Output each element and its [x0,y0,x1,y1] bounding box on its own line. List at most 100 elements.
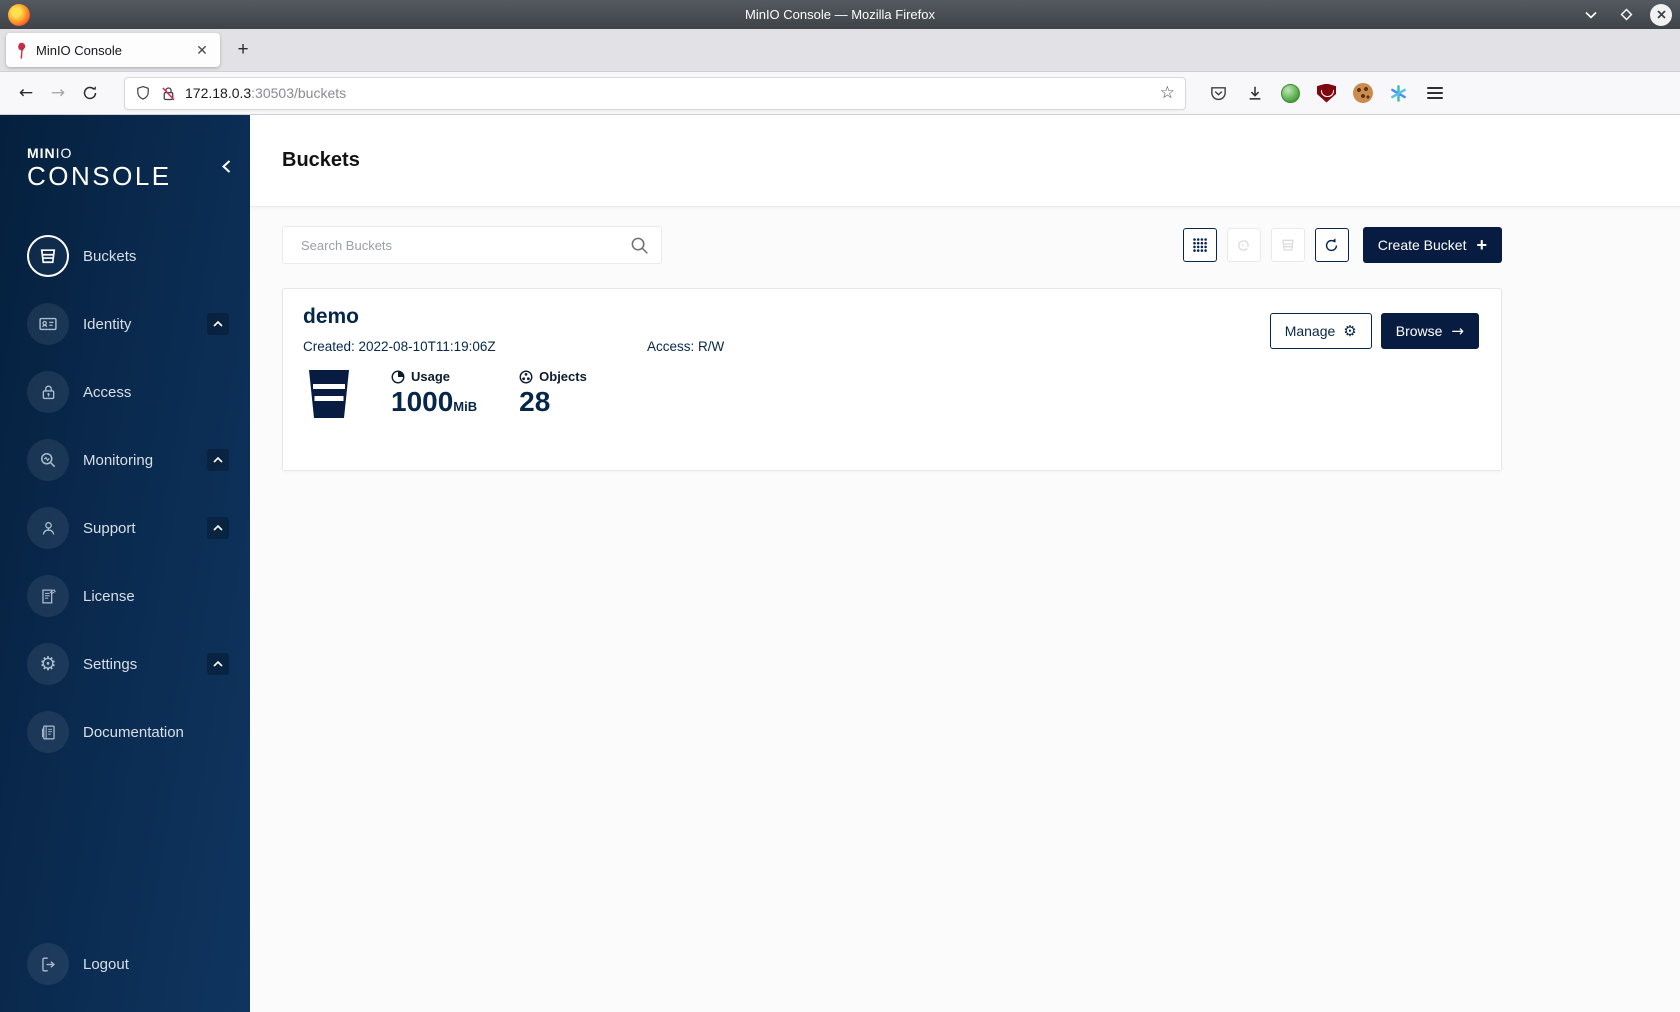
create-bucket-button[interactable]: Create Bucket + [1362,227,1502,263]
objects-value: 28 [519,386,551,417]
search-input[interactable] [283,227,661,263]
usage-metric: Usage 1000MiB [391,369,477,419]
sidebar-item-documentation[interactable]: Documentation [0,698,250,766]
menu-icon[interactable] [1424,83,1445,104]
bucket-card-buttons: Manage ⚙ Browse → [1269,313,1479,354]
maximize-button[interactable] [1615,4,1637,26]
ublock-origin-icon[interactable] [1316,83,1337,104]
container-asterisk-icon[interactable] [1388,83,1409,104]
id-card-icon [27,303,69,346]
sidebar-item-identity[interactable]: Identity [0,290,250,358]
sidebar-item-label: Support [83,519,136,537]
minimize-button[interactable] [1580,4,1602,26]
objects-label: Objects [539,369,587,384]
minio-console-app: MINIO CONSOLE Buckets Identity Access Mo… [0,115,1680,1012]
extension-green-icon[interactable] [1280,83,1301,104]
replication-icon [1238,239,1250,251]
url-bar[interactable]: 172.18.0.3:30503/buckets ☆ [124,76,1186,110]
usage-unit: MiB [453,399,478,414]
minio-logo: MINIO CONSOLE [0,115,250,196]
bucket-access: Access: R/W [647,339,725,354]
tab-minio-console[interactable]: MinIO Console ✕ [6,33,220,67]
sidebar-item-license[interactable]: License [0,562,250,630]
page-header: Buckets [250,115,1680,207]
monitoring-search-icon [27,439,69,482]
bucket-name[interactable]: demo [303,305,724,329]
sidebar-item-support[interactable]: Support [0,494,250,562]
logo-brand-bold: MIN [27,145,56,161]
chevron-up-icon[interactable] [207,313,229,336]
logo-brand-light: IO [55,145,73,161]
bucket-icon [27,235,69,278]
grid-icon [1192,238,1207,252]
logout-icon [27,943,69,985]
usage-value: 1000 [391,386,454,417]
objects-icon [519,370,533,383]
delete-bucket-icon [1282,239,1294,251]
sidebar-collapse-icon[interactable] [221,159,232,179]
sidebar-item-label: Settings [83,655,138,673]
objects-metric: Objects 28 [519,369,587,419]
insecure-lock-icon[interactable] [160,85,177,102]
manage-label: Manage [1284,323,1336,339]
window-titlebar: MinIO Console — Mozilla Firefox [0,0,1680,29]
set-replication-button[interactable] [1226,228,1261,262]
chevron-up-icon[interactable] [207,653,229,676]
chevron-up-icon[interactable] [207,449,229,472]
window-title: MinIO Console — Mozilla Firefox [745,7,935,22]
sidebar-item-buckets[interactable]: Buckets [0,222,250,290]
cookie-extension-icon[interactable] [1352,83,1373,104]
manage-button[interactable]: Manage ⚙ [1269,313,1372,349]
page-title: Buckets [282,149,360,171]
support-icon [27,507,69,550]
bucket-card-header: demo Created: 2022-08-10T11:19:06Z Acces… [303,305,1481,354]
bucket-meta: Created: 2022-08-10T11:19:06Z Access: R/… [303,339,724,354]
sidebar-item-logout[interactable]: Logout [0,930,250,998]
tab-close-icon[interactable]: ✕ [192,40,212,60]
plus-icon: + [1476,235,1487,255]
sidebar-item-monitoring[interactable]: Monitoring [0,426,250,494]
buckets-content: Create Bucket + demo Created: 2022-08-10… [250,207,1502,471]
tab-bar: MinIO Console ✕ + [0,29,1680,72]
close-button[interactable] [1650,3,1672,26]
url-text: 172.18.0.3:30503/buckets [185,85,1160,101]
sidebar: MINIO CONSOLE Buckets Identity Access Mo… [0,115,250,1012]
bucket-icon [309,370,349,418]
downloads-icon[interactable] [1244,83,1265,104]
sidebar-item-settings[interactable]: ⚙ Settings [0,630,250,698]
sidebar-item-label: Logout [83,955,129,973]
usage-label: Usage [411,369,451,384]
browser-toolbar: ← → 172.18.0.3:30503/buckets ☆ [0,72,1680,115]
license-document-icon [27,575,69,618]
minio-favicon-icon [18,42,26,59]
reload-button[interactable] [74,77,106,109]
search-buckets-field[interactable] [282,226,662,264]
usage-value-row: 1000MiB [391,384,477,419]
pocket-icon[interactable] [1208,83,1229,104]
bucket-card-demo[interactable]: demo Created: 2022-08-10T11:19:06Z Acces… [282,288,1502,471]
url-host: 172.18.0.3 [185,85,252,101]
new-tab-button[interactable]: + [228,35,258,65]
back-button[interactable]: ← [10,77,42,109]
sidebar-item-label: Access [83,383,132,401]
documentation-book-icon [27,711,69,754]
url-path: :30503/buckets [251,85,347,101]
forward-button[interactable]: → [42,77,74,109]
bucket-created: Created: 2022-08-10T11:19:06Z [303,339,496,354]
logo-product: CONSOLE [27,161,172,191]
sidebar-item-access[interactable]: Access [0,358,250,426]
browse-button[interactable]: Browse → [1380,313,1479,349]
sidebar-item-label: Buckets [83,247,137,265]
shield-permissions-icon[interactable] [135,85,151,101]
grid-view-button[interactable] [1182,228,1217,262]
sidebar-item-label: Monitoring [83,451,154,469]
delete-buckets-button[interactable] [1270,228,1305,262]
sidebar-item-label: Documentation [83,723,184,741]
refresh-buckets-button[interactable] [1314,228,1349,262]
chevron-up-icon[interactable] [207,517,229,540]
gear-icon: ⚙ [1343,322,1357,340]
bookmark-star-icon[interactable]: ☆ [1160,83,1175,103]
bucket-info: demo Created: 2022-08-10T11:19:06Z Acces… [303,305,724,354]
window-controls [1580,3,1672,26]
